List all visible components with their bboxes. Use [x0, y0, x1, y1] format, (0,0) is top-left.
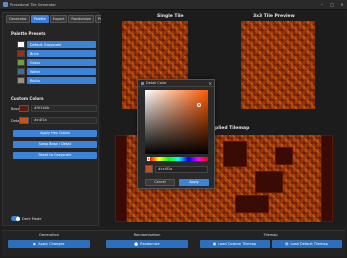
- hue-slider-handle[interactable]: [147, 157, 150, 161]
- preset-row: Water: [17, 68, 96, 75]
- preset-row: Brick: [17, 50, 96, 57]
- tab-randomize[interactable]: Randomize: [68, 15, 94, 23]
- window-controls: – □ ✕: [319, 2, 345, 7]
- tilemap-wall-cell: [223, 141, 247, 167]
- load-custom-tilemap-button[interactable]: ▣ Load Custom Tilemap: [199, 240, 270, 248]
- generation-title: Generation: [38, 233, 60, 237]
- base-hex-input[interactable]: #5f1b0b: [31, 105, 97, 112]
- dialog-apply-button[interactable]: Apply: [179, 179, 209, 186]
- apply-changes-label: Apply Changes: [38, 242, 65, 246]
- base-color-row: Base #5f1b0b: [11, 105, 97, 112]
- tab-generator[interactable]: Generator: [6, 15, 30, 23]
- tilemap-title: plied Tilemap: [215, 126, 250, 131]
- reset-grayscale-button[interactable]: Reset to Grayscale: [13, 152, 97, 159]
- preset-default-grayscale-button[interactable]: Default Grayscale: [27, 41, 96, 48]
- preset-swatch: [17, 77, 25, 84]
- single-tile-title: Single Tile: [157, 14, 184, 19]
- dice-icon: ⬤: [134, 242, 139, 246]
- dialog-cancel-button[interactable]: Cancel: [145, 179, 175, 186]
- randomize-button[interactable]: ⬤ Randomize: [106, 240, 188, 248]
- apply-changes-button[interactable]: ▶ Apply Changes: [8, 240, 90, 248]
- tilemap-wall-cell: [255, 171, 283, 193]
- palette-presets-title: Palette Presets: [11, 31, 46, 36]
- preset-swatch: [17, 41, 25, 48]
- color-cursor[interactable]: [197, 103, 201, 107]
- preset-water-button[interactable]: Water: [27, 68, 96, 75]
- base-color-swatch[interactable]: [19, 105, 29, 112]
- dark-mode-label: Dark Mode: [22, 216, 42, 221]
- custom-colors-title: Custom Colors: [11, 96, 44, 101]
- tab-export[interactable]: Export: [49, 15, 68, 23]
- color-picker-dialog: Detail Color ✕ #cc4f1a Cancel Apply: [137, 79, 215, 189]
- dialog-titlebar: Detail Color: [138, 80, 214, 87]
- dialog-close-icon[interactable]: ✕: [209, 81, 212, 86]
- tab-palette[interactable]: Palette: [30, 15, 49, 23]
- tilemap-group: Tilemap ▣ Load Custom Tilemap ▤ Load Def…: [198, 233, 343, 255]
- toggle-knob: [15, 216, 20, 221]
- generation-group: Generation ▶ Apply Changes: [4, 233, 94, 255]
- randomize-label: Randomize: [140, 242, 160, 246]
- preset-rocks-button[interactable]: Rocks: [27, 77, 96, 84]
- file-icon: ▤: [285, 242, 289, 246]
- preset-swatch: [17, 59, 25, 66]
- close-icon[interactable]: ✕: [339, 2, 345, 7]
- toggle-switch[interactable]: [11, 216, 20, 221]
- bottom-toolbar: Generation ▶ Apply Changes Randomization…: [2, 230, 345, 256]
- color-preview-swatch: [145, 165, 153, 173]
- load-default-tilemap-button[interactable]: ▤ Load Default Tilemap: [271, 240, 342, 248]
- tilemap-wall-cell: [235, 195, 269, 213]
- load-default-label: Load Default Tilemap: [290, 242, 328, 246]
- hue-slider[interactable]: [149, 157, 208, 161]
- detail-color-label: Detail: [11, 118, 22, 123]
- tile-preview-title: 3x3 Tile Preview: [253, 14, 295, 19]
- detail-hex-input[interactable]: #c4f1a: [31, 117, 97, 124]
- window-titlebar: Procedural Tile Generator – □ ✕: [0, 0, 347, 10]
- preset-row: Grass: [17, 59, 96, 66]
- tilemap-wall-cell: [321, 135, 333, 222]
- apply-hex-colors-button[interactable]: Apply Hex Colors: [13, 130, 97, 137]
- preset-row: Rocks: [17, 77, 96, 84]
- randomization-group: Randomization ⬤ Randomize: [102, 233, 192, 255]
- preset-brick-button[interactable]: Brick: [27, 50, 96, 57]
- dialog-icon: [141, 81, 144, 85]
- saturation-value-picker[interactable]: [145, 90, 208, 154]
- window-title: Procedural Tile Generator: [10, 2, 56, 7]
- tilemap-group-title: Tilemap: [263, 233, 278, 237]
- settings-panel: Generator Palette Export Randomize Prese…: [2, 12, 114, 226]
- app-icon: [3, 2, 8, 7]
- swap-base-detail-button[interactable]: Swap Base / Detail: [13, 141, 97, 148]
- tilemap-wall-cell: [275, 147, 293, 165]
- play-icon: ▶: [33, 242, 37, 246]
- preset-row: Default Grayscale: [17, 41, 96, 48]
- load-custom-label: Load Custom Tilemap: [218, 242, 257, 246]
- dialog-title: Detail Color: [146, 81, 167, 85]
- dark-mode-toggle[interactable]: Dark Mode: [11, 216, 41, 221]
- tile-preview-canvas: [241, 21, 315, 109]
- preset-swatch: [17, 50, 25, 57]
- base-color-label: Base: [11, 106, 20, 111]
- tab-bar: Generator Palette Export Randomize Prese…: [3, 13, 114, 23]
- detail-color-swatch[interactable]: [19, 117, 29, 124]
- preset-grass-button[interactable]: Grass: [27, 59, 96, 66]
- maximize-icon[interactable]: □: [329, 2, 335, 7]
- detail-color-row: Detail #c4f1a: [11, 117, 97, 124]
- minimize-icon[interactable]: –: [319, 2, 325, 7]
- randomization-title: Randomization: [133, 233, 161, 237]
- tilemap-wall-cell: [115, 135, 127, 222]
- preset-swatch: [17, 68, 25, 75]
- dialog-hex-input[interactable]: #cc4f1a: [155, 166, 208, 173]
- folder-icon: ▣: [212, 242, 217, 246]
